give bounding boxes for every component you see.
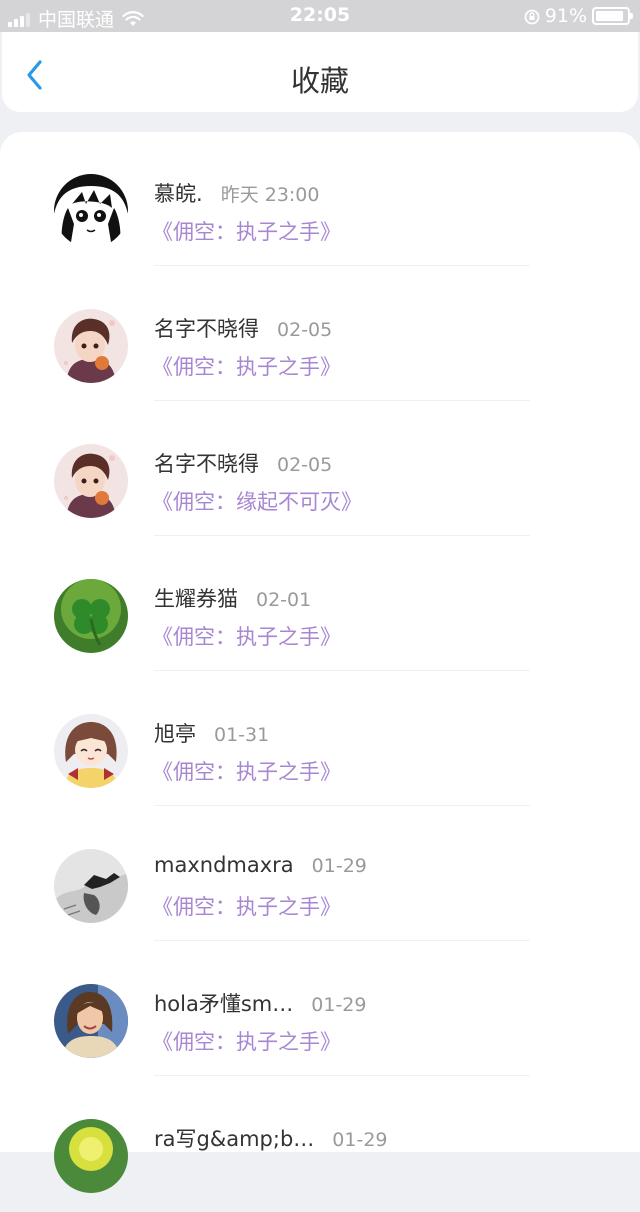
favorite-item[interactable]: hola矛懂sm… 01-29 《佣空：执子之手》 bbox=[0, 942, 640, 1077]
work-title-link[interactable]: 《佣空：执子之手》 bbox=[152, 351, 341, 381]
favorite-item[interactable]: 名字不晓得 02-05 《佣空：执子之手》 bbox=[0, 267, 640, 402]
user-name[interactable]: 名字不晓得 bbox=[154, 448, 259, 478]
item-meta: hola矛懂sm… 01-29 bbox=[154, 988, 366, 1018]
favorite-item[interactable]: maxndmaxra 01-29 《佣空：执子之手》 bbox=[0, 807, 640, 942]
favorite-time: 02-01 bbox=[256, 589, 312, 611]
user-name[interactable]: 名字不晓得 bbox=[154, 313, 259, 343]
favorite-time: 01-29 bbox=[311, 994, 367, 1016]
favorite-time: 昨天 23:00 bbox=[220, 184, 320, 206]
sketch-avatar[interactable] bbox=[54, 849, 128, 923]
user-name[interactable]: 生耀券猫 bbox=[154, 583, 238, 613]
work-title-link[interactable]: 《佣空：缘起不可灭》 bbox=[152, 486, 362, 516]
divider bbox=[154, 265, 530, 266]
divider bbox=[154, 1075, 530, 1076]
user-name[interactable]: hola矛懂sm… bbox=[154, 988, 293, 1018]
work-title-link[interactable]: 《佣空：执子之手》 bbox=[152, 216, 341, 246]
page-title: 收藏 bbox=[290, 64, 349, 98]
clover-avatar[interactable] bbox=[54, 579, 128, 653]
work-title-link[interactable]: 《佣空：执子之手》 bbox=[152, 621, 341, 651]
user-name[interactable]: ra写g&amp;b… bbox=[154, 1123, 314, 1153]
item-meta: maxndmaxra 01-29 bbox=[154, 853, 367, 877]
user-name[interactable]: 旭亭 bbox=[154, 718, 196, 748]
item-meta: 旭亭 01-31 bbox=[154, 718, 269, 748]
favorite-time: 01-29 bbox=[332, 1129, 388, 1151]
favorite-item[interactable]: 生耀券猫 02-01 《佣空：执子之手》 bbox=[0, 537, 640, 672]
item-meta: 慕皖. 昨天 23:00 bbox=[154, 178, 319, 208]
item-meta: 生耀券猫 02-01 bbox=[154, 583, 311, 613]
anime-boy-avatar[interactable] bbox=[54, 444, 128, 518]
rotation-lock-icon bbox=[524, 8, 540, 25]
work-title-link[interactable]: 《佣空：执子之手》 bbox=[152, 891, 341, 921]
yellow-avatar[interactable] bbox=[54, 1119, 128, 1193]
user-name[interactable]: 慕皖. bbox=[154, 178, 203, 208]
battery-icon bbox=[592, 7, 633, 25]
work-title-link[interactable]: 《佣空：执子之手》 bbox=[152, 756, 341, 786]
divider bbox=[154, 535, 530, 536]
anime-girl-avatar[interactable] bbox=[54, 714, 128, 788]
divider bbox=[154, 400, 530, 401]
user-name[interactable]: maxndmaxra bbox=[154, 853, 294, 877]
nav-header: 收藏 bbox=[2, 32, 638, 112]
favorite-time: 01-29 bbox=[311, 855, 367, 877]
photo-woman-avatar[interactable] bbox=[54, 984, 128, 1058]
favorite-item[interactable]: ra写g&amp;b… 01-29 bbox=[0, 1077, 640, 1212]
divider bbox=[154, 670, 530, 671]
manga-girl-avatar[interactable] bbox=[54, 174, 128, 248]
favorites-list: 慕皖. 昨天 23:00 《佣空：执子之手》 名字不晓得 02-05 《佣空：执… bbox=[0, 132, 640, 1193]
item-meta: ra写g&amp;b… 01-29 bbox=[154, 1123, 388, 1153]
work-title-link[interactable]: 《佣空：执子之手》 bbox=[152, 1026, 341, 1056]
status-right: 91% bbox=[524, 5, 633, 27]
divider bbox=[154, 940, 530, 941]
favorite-item[interactable]: 旭亭 01-31 《佣空：执子之手》 bbox=[0, 672, 640, 807]
favorite-time: 02-05 bbox=[277, 319, 333, 341]
battery-percent: 91% bbox=[544, 5, 587, 27]
anime-boy-avatar[interactable] bbox=[54, 309, 128, 383]
item-meta: 名字不晓得 02-05 bbox=[154, 448, 332, 478]
item-meta: 名字不晓得 02-05 bbox=[154, 313, 332, 343]
favorite-time: 02-05 bbox=[277, 454, 333, 476]
status-bar: 中国联通 22:05 91% bbox=[0, 0, 640, 32]
divider bbox=[154, 805, 530, 806]
favorite-item[interactable]: 名字不晓得 02-05 《佣空：缘起不可灭》 bbox=[0, 402, 640, 537]
favorite-item[interactable]: 慕皖. 昨天 23:00 《佣空：执子之手》 bbox=[0, 132, 640, 267]
favorite-time: 01-31 bbox=[214, 724, 270, 746]
